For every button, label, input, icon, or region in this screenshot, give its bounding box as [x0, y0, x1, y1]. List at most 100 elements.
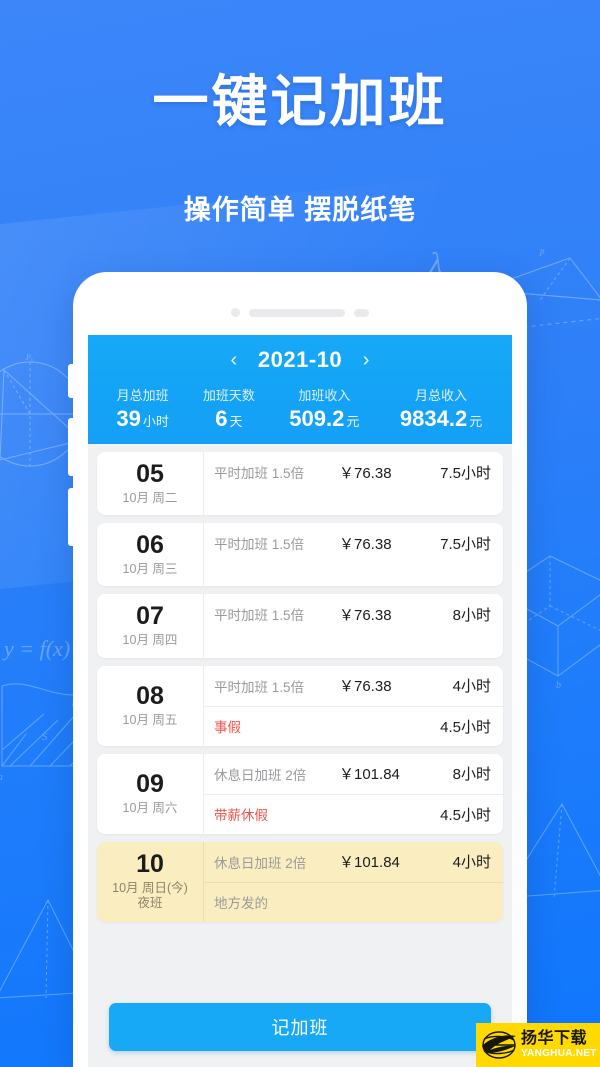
entry-pay: ￥101.84 — [339, 766, 400, 784]
overtime-row[interactable]: 09 10月 周六 休息日加班 2倍 ￥101.84 8小时 带薪休假 4.5小时 — [97, 753, 503, 834]
row-date-sublabel: 10月 周五 — [122, 712, 178, 727]
entry-type: 休息日加班 2倍 — [214, 855, 307, 871]
row-entries: 平时加班 1.5倍 ￥76.38 8小时 — [203, 594, 503, 658]
row-date-column: 05 10月 周二 — [97, 452, 203, 515]
stat-item: 加班天数 6 天 — [188, 385, 269, 431]
overtime-entry[interactable]: 平时加班 1.5倍 ￥76.38 4小时 — [204, 666, 503, 706]
row-date-sublabel: 10月 周三 — [122, 561, 178, 576]
month-navigator: ‹ 2021-10 › — [88, 345, 512, 375]
entry-hours: 4小时 — [452, 678, 491, 696]
entry-hours: 8小时 — [452, 606, 491, 624]
overtime-entry[interactable]: 休息日加班 2倍 ￥101.84 4小时 — [204, 842, 503, 882]
entry-leave-type: 带薪休假 — [214, 808, 268, 824]
phone-mute-button[interactable] — [68, 364, 74, 398]
row-date-sublabel: 10月 周四 — [122, 632, 178, 647]
record-overtime-button[interactable]: 记加班 — [109, 1003, 491, 1051]
promo-title: 一键记加班 — [152, 70, 448, 133]
entry-type: 平时加班 1.5倍 — [214, 679, 305, 695]
row-day-number: 08 — [136, 682, 164, 710]
entry-hours: 4.5小时 — [440, 806, 491, 824]
overtime-entry[interactable]: 平时加班 1.5倍 ￥76.38 7.5小时 — [204, 523, 503, 563]
row-date-column: 10 10月 周日(今) 夜班 — [97, 842, 203, 922]
site-watermark: 扬华下载 YANGHUA.NET — [476, 1023, 600, 1067]
overtime-entry[interactable]: 地方发的 — [204, 881, 503, 922]
row-day-number: 09 — [136, 770, 164, 798]
stat-item: 月总加班 39 小时 — [97, 385, 188, 431]
row-date-sublabel: 10月 周日(今) 夜班 — [112, 880, 188, 911]
entry-hours: 4.5小时 — [440, 718, 491, 736]
watermark-cn: 扬华下载 — [521, 1030, 588, 1047]
overtime-list[interactable]: 05 10月 周二 平时加班 1.5倍 ￥76.38 7.5小时 06 10月 周三 平时加班… — [88, 444, 512, 994]
prev-month-icon[interactable]: ‹ — [227, 350, 241, 370]
app-header: ‹ 2021-10 › 月总加班 39 小时 加班天数 6 天加班收入 509.2 元月总收入… — [88, 335, 512, 445]
globe-swoosh-icon — [482, 1031, 516, 1059]
entry-hours: 4小时 — [452, 854, 491, 872]
row-entries: 平时加班 1.5倍 ￥76.38 4小时事假 4.5小时 — [203, 665, 503, 746]
stat-number: 39 — [116, 406, 141, 431]
stat-label: 加班天数 — [202, 388, 255, 403]
overtime-row[interactable]: 05 10月 周二 平时加班 1.5倍 ￥76.38 7.5小时 — [97, 452, 503, 516]
overtime-row[interactable]: 10 10月 周日(今) 夜班 休息日加班 2倍 ￥101.84 4小时 地方发的 — [97, 841, 503, 922]
front-camera-icon — [231, 308, 240, 317]
row-date-column: 07 10月 周四 — [97, 594, 203, 657]
overtime-entry[interactable]: 事假 4.5小时 — [204, 705, 503, 746]
entry-type: 平时加班 1.5倍 — [214, 537, 305, 553]
phone-mockup: ‹ 2021-10 › 月总加班 39 小时 加班天数 6 天加班收入 509.2 元月总收入… — [68, 272, 527, 1067]
entry-type: 平时加班 1.5倍 — [214, 608, 305, 624]
overtime-row[interactable]: 08 10月 周五 平时加班 1.5倍 ￥76.38 4小时事假 4.5小时 — [97, 665, 503, 746]
entry-pay: ￥76.38 — [339, 535, 392, 553]
entry-type: 平时加班 1.5倍 — [214, 466, 305, 482]
row-entries: 平时加班 1.5倍 ￥76.38 7.5小时 — [203, 523, 503, 587]
overtime-entry[interactable]: 休息日加班 2倍 ￥101.84 8小时 — [204, 754, 503, 794]
stat-number: 509.2 — [289, 406, 345, 431]
row-entries: 休息日加班 2倍 ￥101.84 4小时地方发的 — [203, 841, 503, 922]
row-entries: 平时加班 1.5倍 ￥76.38 7.5小时 — [203, 452, 503, 516]
earpiece-speaker-icon — [249, 308, 345, 317]
proximity-sensor-icon — [354, 308, 369, 317]
entry-pay: ￥101.84 — [339, 854, 400, 872]
watermark-text: 扬华下载 YANGHUA.NET — [521, 1031, 597, 1059]
current-month-label: 2021-10 — [257, 347, 343, 372]
stat-label: 月总收入 — [415, 388, 468, 403]
phone-volume-up-button[interactable] — [68, 418, 74, 476]
entry-note: 地方发的 — [214, 896, 268, 912]
overtime-row[interactable]: 06 10月 周三 平时加班 1.5倍 ￥76.38 7.5小时 — [97, 523, 503, 587]
entry-pay: ￥76.38 — [339, 464, 392, 482]
overtime-row[interactable]: 07 10月 周四 平时加班 1.5倍 ￥76.38 8小时 — [97, 594, 503, 658]
row-date-column: 06 10月 周三 — [97, 523, 203, 586]
stat-value: 9834.2 元 — [379, 406, 503, 431]
stat-unit: 元 — [469, 414, 483, 429]
stat-number: 9834.2 — [399, 406, 468, 431]
phone-earpiece-row — [73, 308, 527, 317]
row-day-number: 05 — [136, 460, 164, 489]
row-day-number: 07 — [136, 602, 164, 631]
entry-type: 休息日加班 2倍 — [214, 767, 307, 783]
summary-stats: 月总加班 39 小时 加班天数 6 天加班收入 509.2 元月总收入 9834.2 元 — [88, 385, 512, 431]
svg-text:S: S — [42, 731, 48, 743]
next-month-icon[interactable]: › — [359, 350, 373, 370]
row-date-sublabel: 10月 周二 — [122, 490, 178, 505]
stat-value: 6天 — [188, 406, 269, 431]
stat-value: 39 小时 — [97, 406, 188, 431]
overtime-entry[interactable]: 平时加班 1.5倍 ￥76.38 7.5小时 — [204, 452, 503, 492]
entry-hours: 7.5小时 — [440, 464, 491, 482]
stat-unit: 小时 — [142, 414, 169, 429]
overtime-entry[interactable]: 平时加班 1.5倍 ￥76.38 8小时 — [204, 594, 503, 634]
row-day-number: 06 — [136, 531, 164, 560]
svg-text:y = f(x): y = f(x) — [2, 636, 70, 661]
svg-text:b: b — [556, 680, 561, 690]
stat-item: 月总收入 9834.2 元 — [379, 385, 503, 431]
row-date-column: 08 10月 周五 — [97, 666, 203, 746]
entry-hours: 7.5小时 — [440, 535, 491, 553]
row-day-number: 10 — [136, 850, 164, 879]
entry-pay: ￥76.38 — [339, 606, 392, 624]
overtime-entry[interactable]: 带薪休假 4.5小时 — [204, 793, 503, 834]
entry-pay: ￥76.38 — [339, 678, 392, 696]
phone-screen: ‹ 2021-10 › 月总加班 39 小时 加班天数 6 天加班收入 509.2 元月总收入… — [88, 335, 512, 1067]
phone-volume-down-button[interactable] — [68, 488, 74, 546]
stat-label: 加班收入 — [298, 388, 351, 403]
entry-leave-type: 事假 — [214, 720, 241, 736]
stat-value: 509.2 元 — [270, 406, 380, 431]
stat-unit: 天 — [229, 414, 243, 429]
row-entries: 休息日加班 2倍 ￥101.84 8小时 带薪休假 4.5小时 — [203, 753, 503, 834]
